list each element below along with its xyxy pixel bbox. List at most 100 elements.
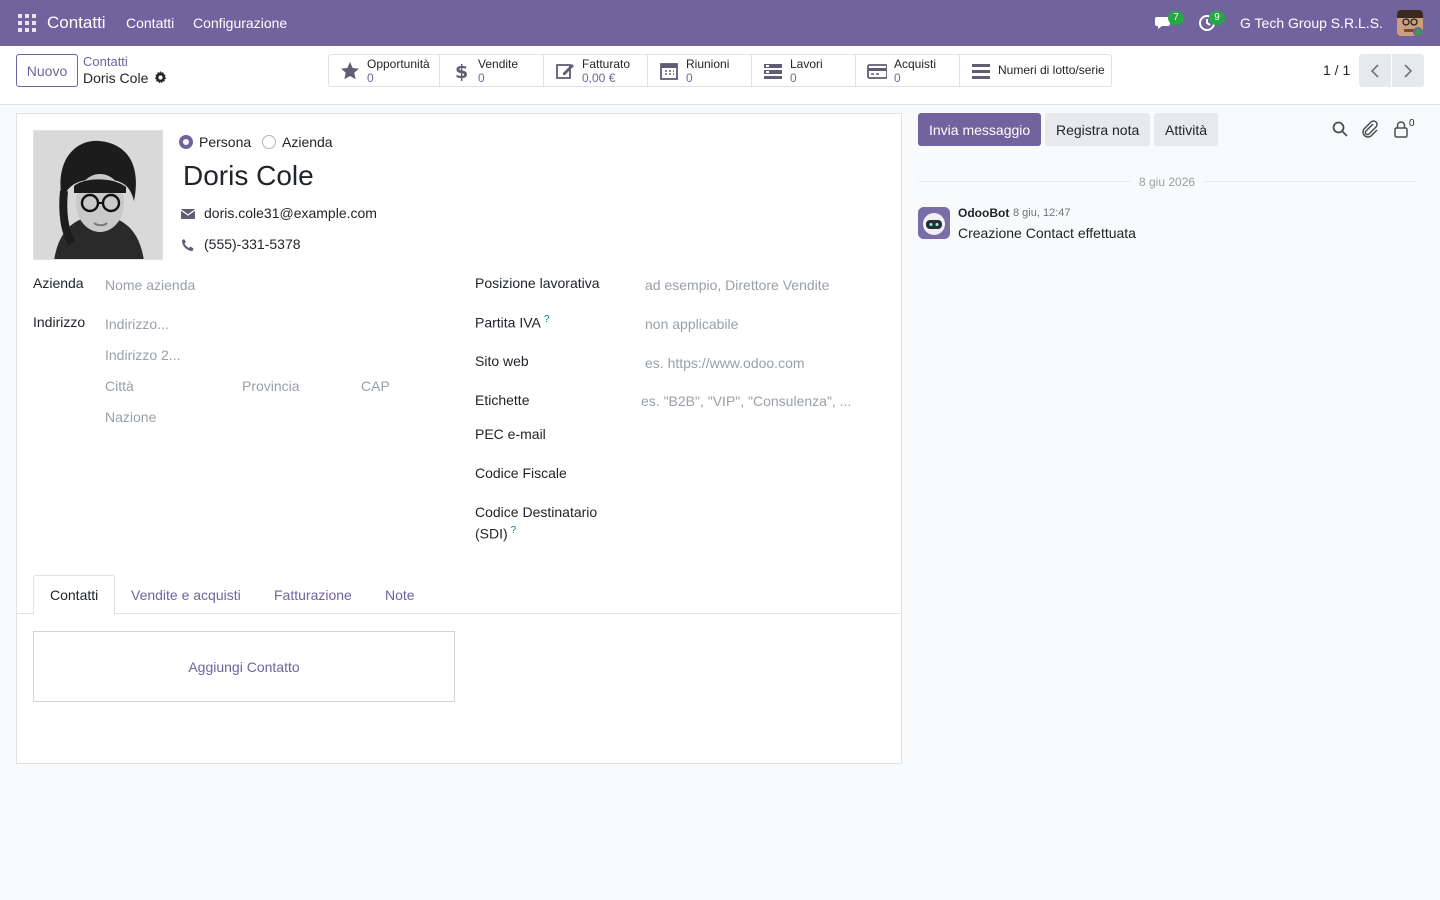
smart-label: Acquisti [894,57,937,71]
zip-input[interactable]: CAP [361,378,390,394]
contact-photo[interactable] [33,130,163,260]
sdi-label-line1: Codice Destinatario [475,504,598,520]
log-note-button[interactable]: Registra nota [1045,113,1151,146]
smart-label: Lavori [790,57,823,71]
tab-note[interactable]: Note [369,575,431,614]
sdi-help-tooltip[interactable]: ? [511,525,517,536]
follower-icon[interactable] [1392,120,1410,138]
smart-value: 0 [894,71,901,85]
chevron-left-icon [1370,63,1379,78]
website-label: Sito web [475,353,529,369]
smart-label: Opportunità [367,57,430,71]
radio-persona[interactable]: Persona [179,134,251,150]
breadcrumb-parent[interactable]: Contatti [83,54,128,69]
radio-persona-label: Persona [199,134,252,150]
radio-empty-dot [262,135,276,149]
person-portrait-image [34,131,162,259]
fiscal-code-label: Codice Fiscale [475,465,567,481]
messages-badge: 7 [1168,11,1184,25]
contact-name-input[interactable]: Doris Cole [183,160,314,192]
star-icon [341,62,359,80]
smart-button-lotti[interactable]: Numeri di lotto/serie [960,55,1111,86]
tasks-icon [764,64,782,79]
smart-value: 0 [478,71,485,85]
pager-value[interactable]: 1 / 1 [1323,62,1350,78]
gear-icon[interactable] [154,71,167,84]
state-input[interactable]: Provincia [242,378,300,394]
smart-value: 0,00 € [582,71,616,85]
envelope-icon [181,209,195,219]
company-label: Azienda [33,275,84,291]
bars-icon [972,64,990,79]
smart-label: Riunioni [686,57,730,71]
calendar-icon [660,63,678,80]
dollar-icon: $ [455,61,468,81]
tags-label: Etichette [475,392,530,408]
notebook-tabs: Contatti Vendite e acquisti Fatturazione… [17,575,901,615]
activities-button[interactable]: Attività [1154,113,1219,146]
chevron-right-icon [1404,63,1413,78]
control-panel: Nuovo Contatti Doris Cole Opportunità 0 … [0,46,1440,105]
date-separator: 8 giu 2026 [1131,175,1204,189]
email-field[interactable]: doris.cole31@example.com [204,205,377,221]
phone-icon [182,239,194,251]
smart-button-lavori[interactable]: Lavori 0 [752,55,856,86]
sdi-label-text: (SDI) [475,525,508,542]
message-body: Creazione Contact effettuata [958,225,1136,241]
street2-input[interactable]: Indirizzo 2... [105,347,180,363]
edit-invoice-icon [556,64,574,79]
menu-configurazione[interactable]: Configurazione [193,15,287,31]
app-name[interactable]: Contatti [47,13,106,33]
message-author[interactable]: OdooBot [958,206,1009,220]
vat-input[interactable]: non applicabile [645,316,738,332]
smart-button-vendite[interactable]: $ Vendite 0 [440,55,544,86]
company-input[interactable]: Nome azienda [105,277,195,293]
street-input[interactable]: Indirizzo... [105,316,169,332]
smart-value: 0 [686,71,693,85]
pager-previous-button[interactable] [1359,54,1391,87]
job-position-label: Posizione lavorativa [475,275,600,291]
menu-contatti[interactable]: Contatti [126,15,174,31]
smart-button-acquisti[interactable]: Acquisti 0 [856,55,960,86]
form-sheet: Persona Azienda Doris Cole doris.cole31@… [16,113,902,764]
company-switcher[interactable]: G Tech Group S.R.L.S. [1240,15,1383,31]
vat-label: Partita IVA? [475,314,549,331]
activities-badge: 9 [1209,11,1225,25]
pec-email-label: PEC e-mail [475,426,546,442]
paperclip-icon[interactable] [1361,120,1379,138]
website-input[interactable]: es. https://www.odoo.com [645,355,805,371]
smart-button-fatturato[interactable]: Fatturato 0,00 € [544,55,648,86]
message-date: 8 giu, 12:47 [1013,207,1071,219]
smart-value: 0 [367,71,374,85]
smart-button-riunioni[interactable]: Riunioni 0 [648,55,752,86]
send-message-button[interactable]: Invia messaggio [918,113,1042,146]
job-position-input[interactable]: ad esempio, Direttore Vendite [645,277,829,293]
new-button[interactable]: Nuovo [16,54,78,87]
search-icon[interactable] [1331,120,1349,138]
vat-help-tooltip[interactable]: ? [544,314,550,325]
tags-input[interactable]: es. "B2B", "VIP", "Consulenza", ... [641,393,851,409]
smart-button-opportunita[interactable]: Opportunità 0 [329,55,440,86]
phone-field[interactable]: (555)-331-5378 [204,236,301,252]
smart-buttons: Opportunità 0 $ Vendite 0 Fatturato 0,00… [328,54,1112,87]
tab-vendite-acquisti[interactable]: Vendite e acquisti [115,575,257,614]
credit-card-icon [867,64,887,79]
tab-contatti[interactable]: Contatti [33,575,116,615]
online-status-indicator [1413,27,1423,37]
address-label: Indirizzo [33,314,86,330]
svg-text:$: $ [455,61,468,81]
country-input[interactable]: Nazione [105,409,156,425]
breadcrumb-current: Doris Cole [83,70,149,86]
vat-label-text: Partita IVA [475,314,541,331]
smart-label: Numeri di lotto/serie [998,63,1105,77]
tab-fatturazione[interactable]: Fatturazione [258,575,368,614]
pager-next-button[interactable] [1392,54,1424,87]
add-contact-button[interactable]: Aggiungi Contatto [33,631,455,702]
smart-label: Vendite [478,57,519,71]
followers-count: 0 [1409,118,1415,129]
city-input[interactable]: Città [105,378,134,394]
odoobot-avatar[interactable] [918,207,950,239]
radio-azienda[interactable]: Azienda [262,134,333,150]
radio-selected-dot [179,135,193,149]
apps-menu-icon[interactable] [18,14,36,32]
